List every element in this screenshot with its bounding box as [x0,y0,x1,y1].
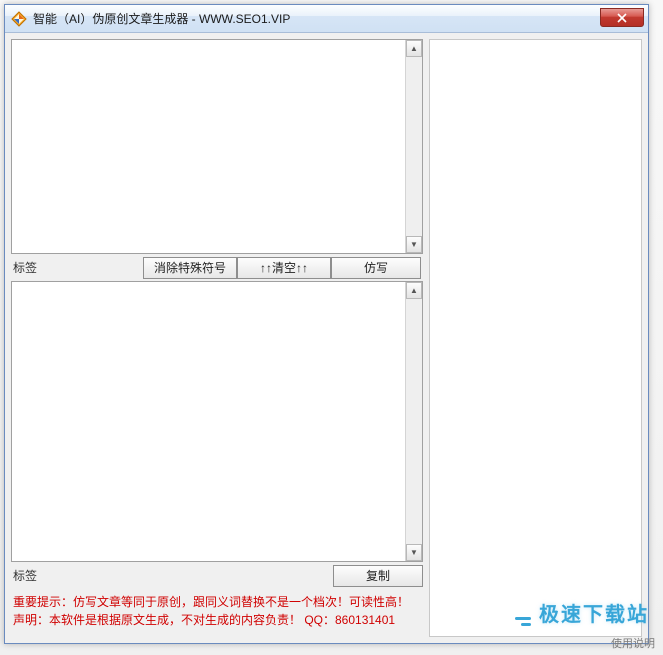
copy-button[interactable]: 复制 [333,565,423,587]
client-area: ▲ ▼ 标签 消除特殊符号 ↑↑清空↑↑ 仿写 ▲ ▼ [5,33,648,643]
input-textarea[interactable] [12,40,405,253]
titlebar: 智能（AI）伪原创文章生成器 - WWW.SEO1.VIP [5,5,648,33]
usage-note: 使用说明 [611,635,655,651]
footer-line-2: 声明：本软件是根据原文生成，不对生成的内容负责！ QQ：860131401 [13,611,423,629]
output-textarea-container: ▲ ▼ [11,281,423,562]
top-toolbar: 标签 消除特殊符号 ↑↑清空↑↑ 仿写 [11,256,423,279]
input-textarea-container: ▲ ▼ [11,39,423,254]
app-window: 智能（AI）伪原创文章生成器 - WWW.SEO1.VIP ▲ ▼ 标签 消除特… [4,4,649,644]
empty-button[interactable]: ↑↑清空↑↑ [237,257,331,279]
app-icon [11,11,27,27]
scroll-track[interactable] [406,299,422,544]
output-textarea[interactable] [12,282,405,561]
bottom-label: 标签 [11,567,51,584]
window-title: 智能（AI）伪原创文章生成器 - WWW.SEO1.VIP [33,10,290,27]
scroll-up-icon[interactable]: ▲ [406,40,422,57]
scroll-down-icon[interactable]: ▼ [406,544,422,561]
output-scrollbar[interactable]: ▲ ▼ [405,282,422,561]
left-panel: ▲ ▼ 标签 消除特殊符号 ↑↑清空↑↑ 仿写 ▲ ▼ [11,39,423,637]
right-panel [429,39,642,637]
bottom-toolbar: 标签 复制 [11,564,423,587]
watermark-text: 极速下载站 [539,598,649,627]
scroll-track[interactable] [406,57,422,236]
clear-special-button[interactable]: 消除特殊符号 [143,257,237,279]
close-button[interactable] [600,8,644,27]
watermark-logo: 极速下载站 [515,598,649,627]
top-label: 标签 [11,259,51,276]
footer-notice: 重要提示：仿写文章等同于原创，跟同义词替换不是一个档次！可读性高！ 声明：本软件… [11,593,423,629]
rewrite-button[interactable]: 仿写 [331,257,421,279]
footer-line-1: 重要提示：仿写文章等同于原创，跟同义词替换不是一个档次！可读性高！ [13,593,423,611]
input-scrollbar[interactable]: ▲ ▼ [405,40,422,253]
watermark-dash-icon [515,617,535,621]
scroll-up-icon[interactable]: ▲ [406,282,422,299]
scroll-down-icon[interactable]: ▼ [406,236,422,253]
